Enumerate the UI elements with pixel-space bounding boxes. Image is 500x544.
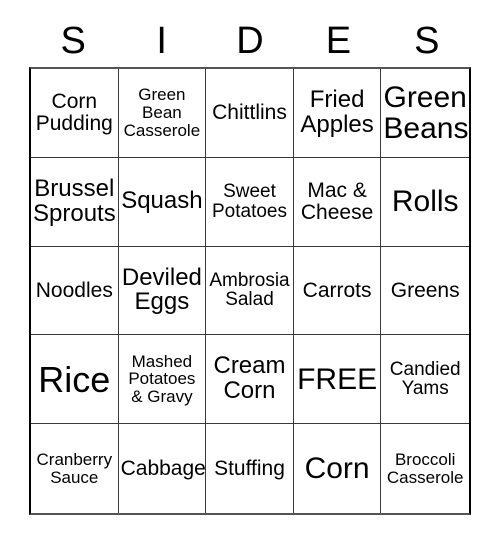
bingo-cell-label: Fried Apples bbox=[300, 85, 374, 138]
bingo-cell[interactable]: Chittlins bbox=[206, 69, 294, 158]
bingo-cell[interactable]: Broccoli Casserole bbox=[381, 424, 469, 513]
bingo-cell[interactable]: Stuffing bbox=[206, 424, 294, 513]
bingo-cell[interactable]: Green Bean Casserole bbox=[118, 69, 207, 158]
bingo-cell-label: Mashed Potatoes & Gravy bbox=[128, 351, 196, 407]
bingo-cell-label: Noodles bbox=[35, 278, 113, 302]
bingo-cell[interactable]: Corn bbox=[294, 424, 382, 513]
bingo-cell-label: Cranberry Sauce bbox=[36, 449, 113, 487]
bingo-cell[interactable]: Carrots bbox=[293, 246, 382, 336]
bingo-cell[interactable]: Cranberry Sauce bbox=[31, 424, 119, 513]
bingo-cell-label: Broccoli Casserole bbox=[386, 449, 464, 487]
bingo-cell[interactable]: Greens bbox=[381, 247, 469, 336]
bingo-cell[interactable]: Cream Corn bbox=[206, 335, 294, 425]
bingo-cell-label: Ambrosia Salad bbox=[209, 269, 290, 311]
bingo-grid: Corn Pudding Green Bean Casserole Chittlin… bbox=[29, 67, 471, 515]
bingo-cell-label: Deviled Eggs bbox=[121, 263, 202, 316]
bingo-cell-label: Rice bbox=[38, 358, 111, 400]
bingo-cell-free[interactable]: FREE bbox=[293, 335, 382, 425]
bingo-cell[interactable]: Mashed Potatoes & Gravy bbox=[118, 335, 207, 425]
bingo-cell-label: Chittlins bbox=[212, 100, 287, 124]
bingo-card: S I D E S Corn Pudding Green Bean Cassero… bbox=[0, 0, 500, 544]
bingo-cell[interactable]: Mac & Cheese bbox=[293, 157, 382, 247]
header-letter-4: E bbox=[325, 19, 352, 62]
bingo-cell-label: Carrots bbox=[302, 278, 372, 302]
bingo-cell[interactable]: Fried Apples bbox=[293, 69, 382, 158]
bingo-cell[interactable]: Squash bbox=[118, 157, 207, 247]
bingo-cell-label: Brussel Sprouts bbox=[33, 174, 116, 227]
bingo-cell[interactable]: Rolls bbox=[381, 158, 469, 247]
bingo-cell-label: Stuffing bbox=[214, 456, 285, 480]
bingo-cell[interactable]: Rice bbox=[31, 335, 119, 425]
bingo-cell-label: Cabbage bbox=[120, 456, 206, 480]
bingo-cell-label: Green Beans bbox=[383, 80, 469, 145]
bingo-cell[interactable]: Corn Pudding bbox=[31, 69, 119, 158]
bingo-cell[interactable]: Green Beans bbox=[381, 69, 469, 158]
bingo-cell-label: FREE bbox=[297, 362, 378, 396]
bingo-cell-label: Green Bean Casserole bbox=[123, 85, 201, 140]
bingo-cell[interactable]: Ambrosia Salad bbox=[206, 246, 294, 336]
bingo-cell-label: Cream Corn bbox=[213, 352, 286, 405]
bingo-cell[interactable]: Sweet Potatoes bbox=[206, 157, 294, 247]
bingo-cell-label: Greens bbox=[390, 278, 460, 302]
bingo-cell[interactable]: Brussel Sprouts bbox=[31, 157, 119, 247]
header-letter-3: D bbox=[236, 19, 264, 62]
bingo-cell-label: Rolls bbox=[391, 185, 459, 219]
bingo-cell-label: Sweet Potatoes bbox=[211, 180, 287, 222]
bingo-cell-label: Corn bbox=[304, 452, 370, 485]
bingo-cell[interactable]: Cabbage bbox=[119, 424, 207, 513]
bingo-cell[interactable]: Deviled Eggs bbox=[118, 246, 207, 336]
bingo-cell-label: Corn Pudding bbox=[35, 90, 113, 135]
header-letter-1: S bbox=[60, 19, 86, 62]
header-letter-5: S bbox=[414, 19, 440, 62]
header-letter-2: I bbox=[156, 19, 167, 62]
bingo-cell[interactable]: Candied Yams bbox=[381, 335, 469, 425]
bingo-cell-label: Candied Yams bbox=[389, 358, 461, 400]
bingo-cell-label: Mac & Cheese bbox=[300, 178, 374, 224]
bingo-cell-label: Squash bbox=[121, 187, 203, 215]
bingo-header: S I D E S bbox=[29, 14, 471, 67]
bingo-cell[interactable]: Noodles bbox=[31, 246, 119, 336]
